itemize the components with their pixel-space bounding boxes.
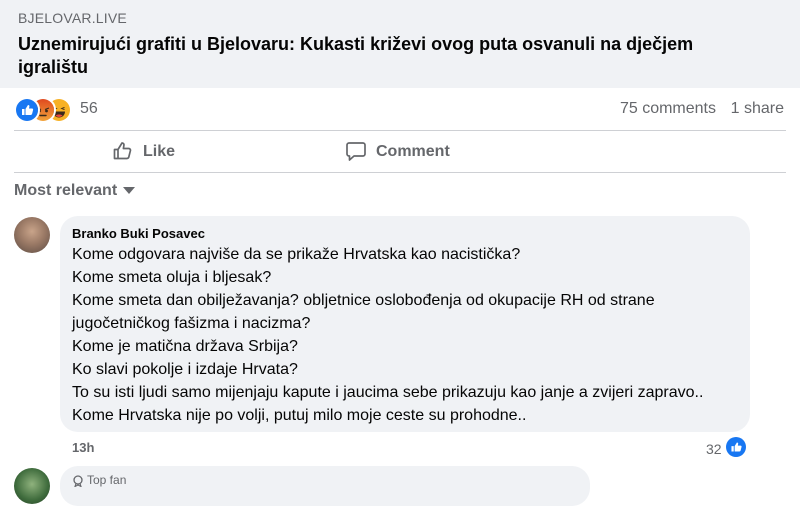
divider — [14, 130, 786, 131]
comment-button[interactable]: Comment — [345, 140, 465, 164]
comment-bubble: Branko Buki Posavec Kome odgovara najviš… — [60, 216, 750, 432]
link-headline[interactable]: Uznemirujući grafiti u Bjelovaru: Kukast… — [18, 33, 718, 79]
like-reaction-icon[interactable] — [726, 437, 746, 457]
comment-line: To su isti ljudi samo mijenjaju kapute i… — [72, 384, 704, 401]
comment-line: Ko slavi pokolje i izdaje Hrvata? — [72, 361, 298, 378]
reactions-summary: 56 75 comments 1 share — [0, 96, 800, 123]
divider — [14, 172, 786, 173]
comment-line: jugočetničkog fašizma i nacizma? — [72, 315, 311, 332]
comment-author[interactable]: Branko Buki Posavec — [72, 226, 205, 241]
comment-bubble: Top fan — [60, 466, 590, 506]
comment-sort-dropdown[interactable]: Most relevant — [14, 182, 136, 200]
avatar[interactable] — [14, 217, 50, 253]
comment-line: Kome je matična država Srbija? — [72, 338, 298, 355]
comment-line: Kome Hrvatska nije po volji, putuj milo … — [72, 407, 527, 424]
thumbs-up-icon — [113, 142, 132, 160]
sort-label: Most relevant — [14, 182, 118, 199]
comment-line: Kome smeta dan obilježavanja? obljetnice… — [72, 292, 655, 309]
comment-line: Kome odgovara najviše da se prikaže Hrva… — [72, 246, 521, 263]
caret-down-icon — [123, 187, 136, 195]
comments-count-link[interactable]: 75 comments — [620, 100, 716, 118]
like-reaction-icon — [14, 97, 40, 123]
comment-line: Kome smeta oluja i bljesak? — [72, 269, 272, 286]
avatar[interactable] — [14, 468, 50, 504]
reactions-count[interactable]: 56 — [80, 100, 98, 118]
comment-timestamp[interactable]: 13h — [72, 440, 94, 455]
link-preview[interactable]: BJELOVAR.LIVE Uznemirujući grafiti u Bje… — [0, 0, 800, 88]
link-domain: BJELOVAR.LIVE — [18, 10, 127, 26]
like-button[interactable]: Like — [112, 140, 182, 164]
comment-like-count[interactable]: 32 — [706, 441, 722, 457]
reaction-icons[interactable] — [14, 97, 78, 123]
like-label: Like — [143, 143, 176, 160]
comment-label: Comment — [376, 143, 450, 160]
badge-icon — [73, 475, 83, 488]
comment-icon — [346, 142, 366, 161]
shares-count-link[interactable]: 1 share — [731, 100, 784, 118]
